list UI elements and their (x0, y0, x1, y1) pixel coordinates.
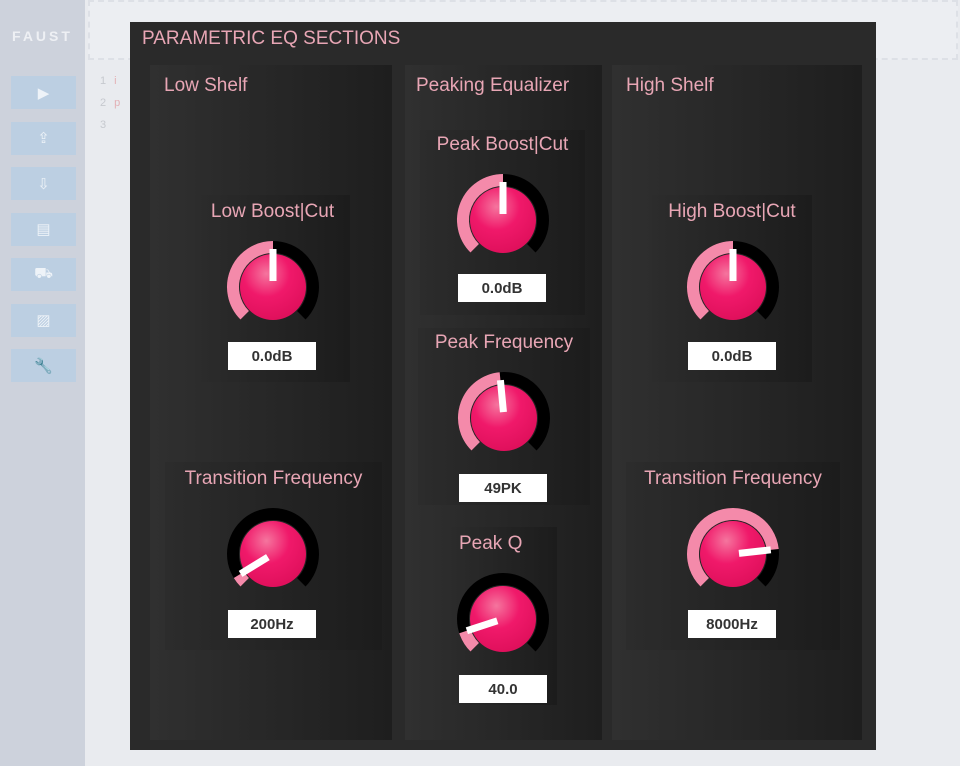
value-display[interactable]: 8000Hz (688, 610, 776, 638)
peak-freq-knob[interactable] (454, 368, 554, 468)
upload-button[interactable]: ⇪ (11, 121, 76, 155)
peak-q-control: Peak Q 40.0 (447, 527, 557, 705)
control-label: Low Boost|Cut (210, 201, 335, 222)
code-line: 3 (100, 119, 107, 131)
low-freq-control: Transition Frequency 200Hz (165, 462, 382, 650)
knob-body (240, 521, 306, 587)
low-shelf-group: Low Shelf Low Boost|Cut 0.0dB Transition… (150, 65, 392, 740)
value-display[interactable]: 0.0dB (688, 342, 776, 370)
peak-boost-control: Peak Boost|Cut 0.0dB (420, 130, 585, 315)
peak-boost-knob[interactable] (453, 170, 553, 270)
knob-pointer (729, 249, 737, 281)
code-editor[interactable]: 1i 2p 3 (100, 70, 120, 136)
control-label: Peak Frequency (434, 332, 574, 353)
wrench-icon: 🔧 (34, 357, 53, 375)
control-label: High Boost|Cut (668, 201, 796, 222)
value-display[interactable]: 49PK (459, 474, 547, 502)
docs-icon: ▤ (36, 221, 51, 238)
truck-icon: ⛟ (34, 265, 53, 282)
group-title: Low Shelf (164, 75, 248, 96)
code-line: 1i (100, 75, 117, 87)
faust-logo: FAUST (12, 28, 73, 44)
sidebar: FAUST ▶ ⇪ ⇩ ▤ ⛟ ▨ 🔧 (0, 0, 85, 766)
control-label: Peak Q (459, 533, 523, 554)
knob-value-arc (233, 571, 250, 587)
high-freq-knob[interactable] (683, 504, 783, 604)
high-boost-knob[interactable] (683, 237, 783, 337)
value-display[interactable]: 40.0 (459, 675, 547, 703)
peaking-group: Peaking Equalizer Peak Boost|Cut 0.0dB P… (405, 65, 602, 740)
group-title: Peaking Equalizer (416, 75, 570, 96)
low-boost-control: Low Boost|Cut 0.0dB (195, 195, 350, 382)
panel-title: PARAMETRIC EQ SECTIONS (142, 28, 401, 49)
low-freq-knob[interactable] (223, 504, 323, 604)
value-display[interactable]: 0.0dB (458, 274, 546, 302)
play-button[interactable]: ▶ (11, 76, 76, 109)
value-display[interactable]: 0.0dB (228, 342, 316, 370)
image-button[interactable]: ▨ (11, 303, 76, 337)
knob-pointer (269, 249, 277, 281)
knob-pointer (499, 182, 507, 214)
upload-icon: ⇪ (37, 130, 50, 147)
group-title: High Shelf (626, 75, 714, 96)
eq-panel: PARAMETRIC EQ SECTIONS Low Shelf Low Boo… (130, 22, 876, 750)
knob-body (470, 586, 536, 652)
high-freq-control: Transition Frequency 8000Hz (626, 462, 840, 650)
control-label: Transition Frequency (184, 468, 363, 489)
knob-value-arc (459, 629, 480, 652)
high-shelf-group: High Shelf High Boost|Cut 0.0dB Transiti… (612, 65, 862, 740)
peak-q-knob[interactable] (453, 569, 553, 669)
truck-button[interactable]: ⛟ (11, 258, 76, 291)
high-boost-control: High Boost|Cut 0.0dB (652, 195, 812, 382)
control-label: Peak Boost|Cut (436, 134, 569, 155)
wrench-button[interactable]: 🔧 (11, 349, 76, 382)
play-icon: ▶ (37, 84, 50, 102)
control-label: Transition Frequency (644, 468, 822, 489)
code-line: 2p (100, 97, 121, 109)
docs-button[interactable]: ▤ (11, 212, 76, 246)
download-icon: ⇩ (37, 175, 50, 193)
value-display[interactable]: 200Hz (228, 610, 316, 638)
download-button[interactable]: ⇩ (11, 167, 76, 200)
image-icon: ▨ (36, 312, 51, 329)
peak-freq-control: Peak Frequency 49PK (418, 328, 590, 505)
low-boost-knob[interactable] (223, 237, 323, 337)
